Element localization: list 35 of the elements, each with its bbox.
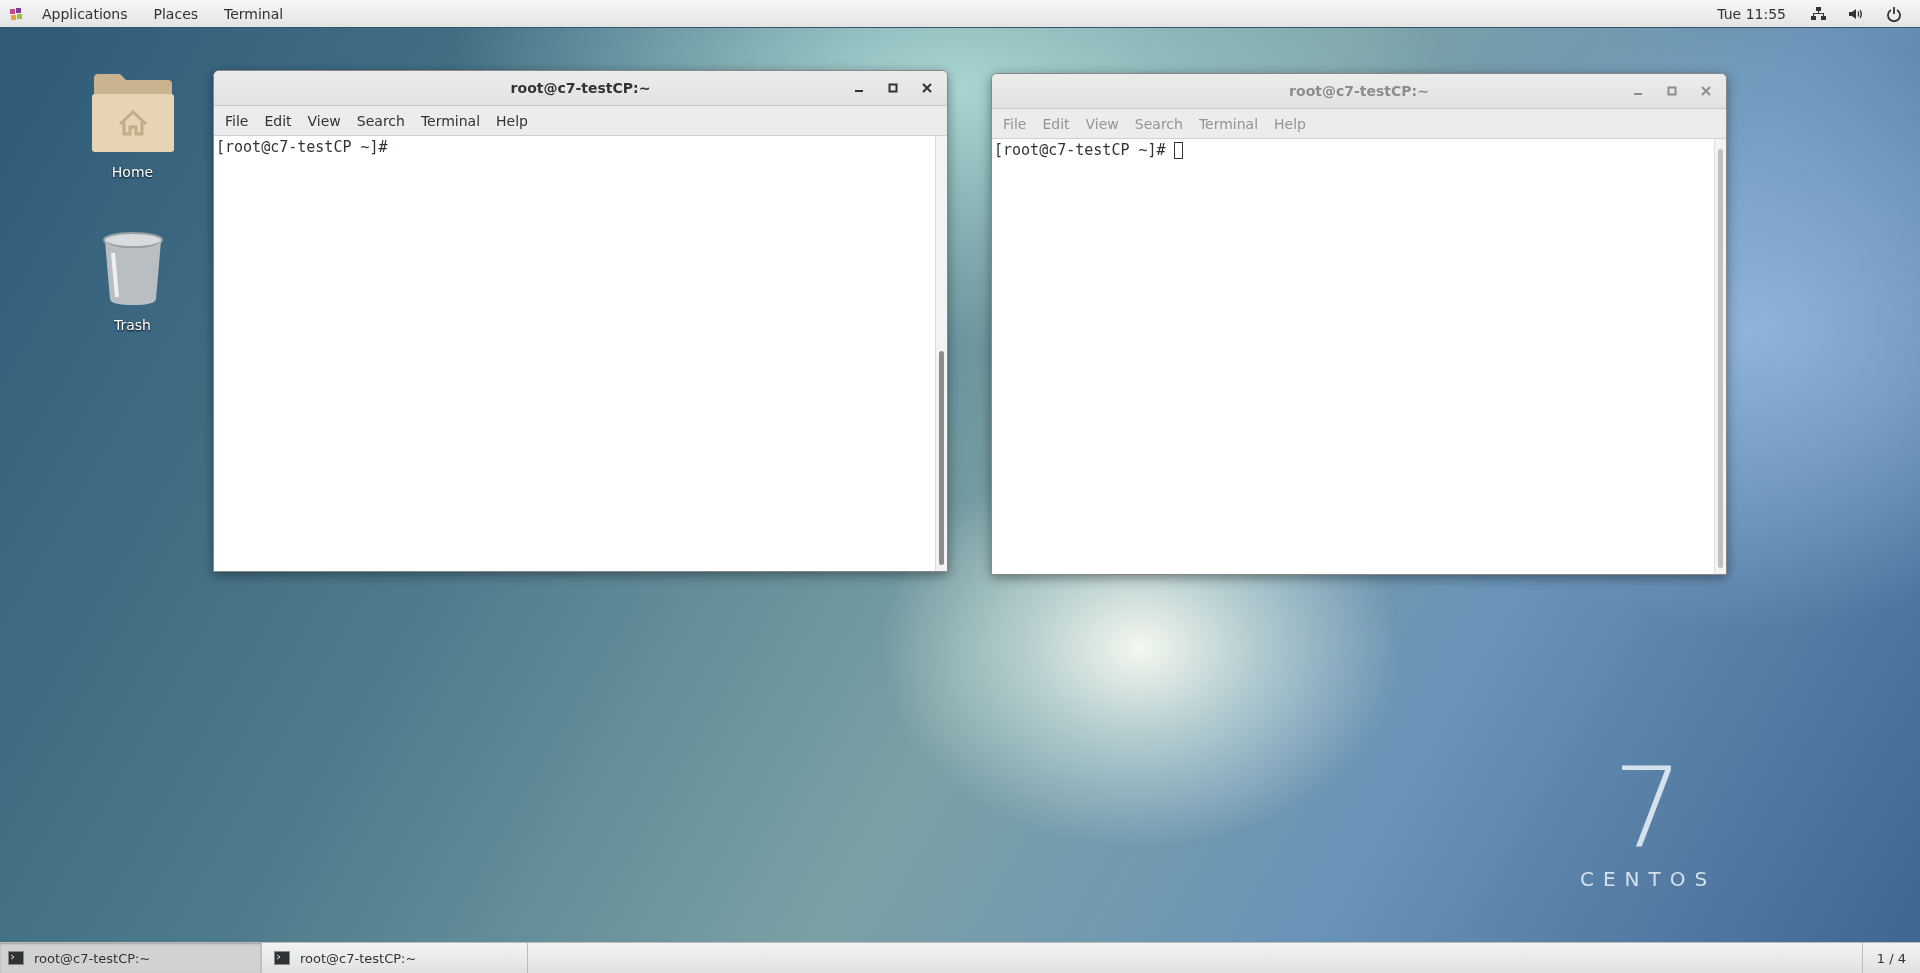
wallpaper-logo-number: 7 <box>1613 753 1684 863</box>
terminal-area[interactable]: [root@c7-testCP ~]# <box>214 136 947 571</box>
terminal-icon <box>274 951 290 965</box>
window-title: root@c7-testCP:~ <box>510 80 651 96</box>
network-icon[interactable] <box>1810 5 1826 22</box>
top-bar-menu[interactable]: Places <box>141 3 211 24</box>
scrollbar-thumb[interactable] <box>939 351 944 565</box>
menu-item[interactable]: Help <box>488 109 536 132</box>
scrollbar-thumb[interactable] <box>1718 149 1723 568</box>
clock[interactable]: Tue 11:55 <box>1705 3 1798 24</box>
menu-item[interactable]: Edit <box>256 109 300 132</box>
terminal-icon <box>8 951 24 965</box>
window-title-bar[interactable]: root@c7-testCP:~ <box>214 71 947 106</box>
menu-item[interactable]: Search <box>348 109 413 132</box>
taskbar-item[interactable]: root@c7-testCP:~ <box>0 943 262 973</box>
terminal-area[interactable]: [root@c7-testCP ~]# <box>992 139 1726 574</box>
top-bar-menu[interactable]: Terminal <box>212 3 296 24</box>
menu-item[interactable]: Terminal <box>412 109 489 132</box>
wallpaper-logo-text: CENTOS <box>1580 867 1717 891</box>
close-icon[interactable] <box>922 83 932 93</box>
folder-icon[interactable] <box>89 72 176 154</box>
menu-item[interactable]: View <box>299 109 349 132</box>
window-title: root@c7-testCP:~ <box>1289 83 1429 99</box>
desktop-icon-label[interactable]: Home <box>111 164 154 180</box>
maximize-icon[interactable] <box>888 83 898 93</box>
terminal-prompt: [root@c7-testCP ~]# <box>216 138 388 156</box>
power-icon[interactable] <box>1886 5 1902 22</box>
taskbar-item[interactable]: root@c7-testCP:~ <box>266 943 528 973</box>
terminal-prompt: [root@c7-testCP ~]# <box>994 141 1166 159</box>
trash-icon[interactable] <box>100 231 165 307</box>
menu-item[interactable]: File <box>217 109 257 132</box>
workspace-indicator[interactable]: 1 / 4 <box>1861 943 1920 973</box>
applications-logo-icon <box>8 5 24 22</box>
top-bar-menu[interactable]: Applications <box>30 3 140 24</box>
desktop-icon-label[interactable]: Trash <box>114 317 151 333</box>
